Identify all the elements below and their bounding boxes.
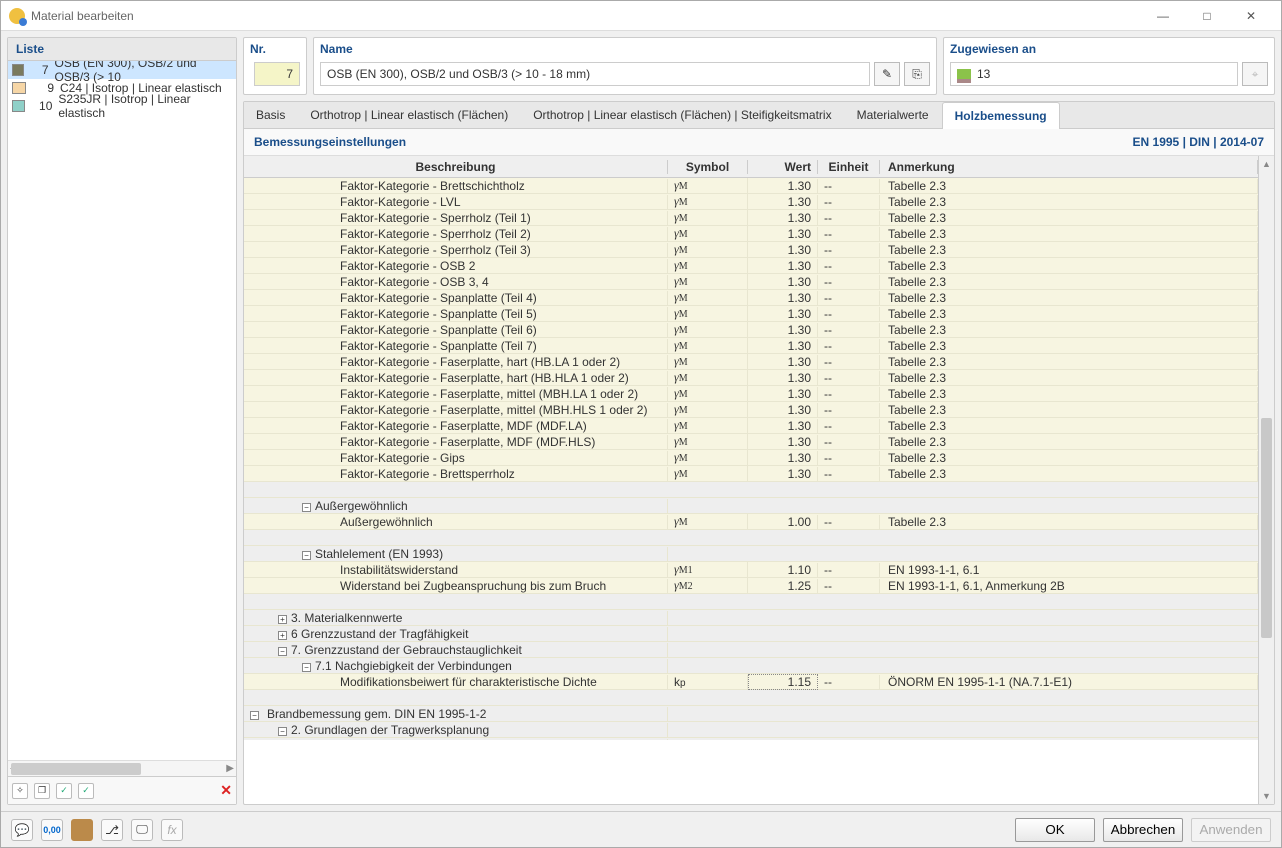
check2-icon[interactable]: ✓ bbox=[78, 783, 94, 799]
assign-box: Zugewiesen an 13 ⌖ bbox=[943, 37, 1275, 95]
library-icon[interactable]: ⎘ bbox=[904, 62, 930, 86]
maximize-button[interactable]: □ bbox=[1185, 2, 1229, 30]
swatch-icon bbox=[12, 64, 24, 76]
ok-button[interactable]: OK bbox=[1015, 818, 1095, 842]
tab-ortho2[interactable]: Orthotrop | Linear elastisch (Flächen) |… bbox=[521, 102, 844, 128]
app-icon bbox=[9, 8, 25, 24]
table-row[interactable] bbox=[244, 690, 1258, 706]
table-row[interactable]: +6 Grenzzustand der Tragfähigkeit bbox=[244, 626, 1258, 642]
props-panel: Basis Orthotrop | Linear elastisch (Fläc… bbox=[243, 101, 1275, 805]
table-row[interactable] bbox=[244, 482, 1258, 498]
table-row[interactable]: Faktor-Kategorie - Sperrholz (Teil 1)γM1… bbox=[244, 210, 1258, 226]
table-row[interactable]: −7.1 Nachgiebigkeit der Verbindungen bbox=[244, 658, 1258, 674]
flag-icon bbox=[957, 69, 971, 79]
table-row[interactable]: AußergewöhnlichγM1.00--Tabelle 2.3 bbox=[244, 514, 1258, 530]
table-row[interactable]: Faktor-Kategorie - Spanplatte (Teil 4)γM… bbox=[244, 290, 1258, 306]
units-icon[interactable]: 0,00 bbox=[41, 819, 63, 841]
nr-box: Nr. 7 bbox=[243, 37, 307, 95]
monitor-icon[interactable]: 🖵 bbox=[131, 819, 153, 841]
sidebar-toolbar: ✧ ❐ ✓ ✓ ✕ bbox=[8, 776, 236, 804]
comment-icon[interactable]: 💬 bbox=[11, 819, 33, 841]
material-list-panel: Liste 7 OSB (EN 300), OSB/2 und OSB/3 (>… bbox=[7, 37, 237, 805]
list-item[interactable]: 7 OSB (EN 300), OSB/2 und OSB/3 (> 10 bbox=[8, 61, 236, 79]
table-row[interactable]: Faktor-Kategorie - BrettschichtholzγM1.3… bbox=[244, 178, 1258, 194]
table-row[interactable]: Faktor-Kategorie - Spanplatte (Teil 6)γM… bbox=[244, 322, 1258, 338]
edit-icon[interactable]: ✎ bbox=[874, 62, 900, 86]
table-row[interactable]: −2.3 und 4.2.2 Faktoren für Brandschutz bbox=[244, 738, 1258, 740]
pick-icon[interactable]: ⌖ bbox=[1242, 62, 1268, 86]
table-row[interactable]: Faktor-Kategorie - GipsγM1.30--Tabelle 2… bbox=[244, 450, 1258, 466]
table-row[interactable]: Faktor-Kategorie - Faserplatte, mittel (… bbox=[244, 386, 1258, 402]
tab-basis[interactable]: Basis bbox=[244, 102, 298, 128]
window-title: Material bearbeiten bbox=[31, 9, 1141, 23]
material-dialog: Material bearbeiten ― □ ✕ Liste 7 OSB (E… bbox=[0, 0, 1282, 848]
property-grid: Beschreibung Symbol Wert Einheit Anmerku… bbox=[244, 156, 1258, 804]
material-list[interactable]: 7 OSB (EN 300), OSB/2 und OSB/3 (> 10 9 … bbox=[8, 61, 236, 760]
tabbar: Basis Orthotrop | Linear elastisch (Fläc… bbox=[244, 102, 1274, 129]
swatch-icon bbox=[12, 82, 26, 94]
table-row[interactable]: Widerstand bei Zugbeanspruchung bis zum … bbox=[244, 578, 1258, 594]
table-row[interactable]: Faktor-Kategorie - Spanplatte (Teil 7)γM… bbox=[244, 338, 1258, 354]
table-row[interactable]: Faktor-Kategorie - LVLγM1.30--Tabelle 2.… bbox=[244, 194, 1258, 210]
cancel-button[interactable]: Abbrechen bbox=[1103, 818, 1183, 842]
close-button[interactable]: ✕ bbox=[1229, 2, 1273, 30]
sidebar-header: Liste bbox=[8, 38, 236, 61]
nr-input[interactable]: 7 bbox=[254, 62, 300, 86]
table-row[interactable]: −7. Grenzzustand der Gebrauchstauglichke… bbox=[244, 642, 1258, 658]
check-icon[interactable]: ✓ bbox=[56, 783, 72, 799]
tab-holz[interactable]: Holzbemessung bbox=[942, 102, 1060, 129]
minimize-button[interactable]: ― bbox=[1141, 2, 1185, 30]
assign-input[interactable]: 13 bbox=[950, 62, 1238, 86]
table-row[interactable]: Faktor-Kategorie - OSB 3, 4γM1.30--Tabel… bbox=[244, 274, 1258, 290]
table-row[interactable]: −Brandbemessung gem. DIN EN 1995-1-2 bbox=[244, 706, 1258, 722]
list-label: S235JR | Isotrop | Linear elastisch bbox=[58, 92, 232, 120]
delete-icon[interactable]: ✕ bbox=[220, 782, 232, 799]
table-row[interactable]: +3. Materialkennwerte bbox=[244, 610, 1258, 626]
bottom-toolbar: 💬 0,00 ⎇ 🖵 fx OK Abbrechen Anwenden bbox=[1, 811, 1281, 847]
table-row[interactable]: Faktor-Kategorie - OSB 2γM1.30--Tabelle … bbox=[244, 258, 1258, 274]
table-row[interactable]: −2. Grundlagen der Tragwerksplanung bbox=[244, 722, 1258, 738]
h-scrollbar[interactable]: ◀▶ bbox=[8, 760, 236, 776]
grid-header: Beschreibung Symbol Wert Einheit Anmerku… bbox=[244, 156, 1258, 178]
table-row[interactable]: Modifikationsbeiwert für charakteristisc… bbox=[244, 674, 1258, 690]
table-row[interactable]: Faktor-Kategorie - Sperrholz (Teil 2)γM1… bbox=[244, 226, 1258, 242]
v-scrollbar[interactable]: ▲▼ bbox=[1258, 156, 1274, 804]
table-row[interactable]: Faktor-Kategorie - BrettsperrholzγM1.30-… bbox=[244, 466, 1258, 482]
table-row[interactable]: Faktor-Kategorie - Sperrholz (Teil 3)γM1… bbox=[244, 242, 1258, 258]
table-row[interactable]: −Stahlelement (EN 1993) bbox=[244, 546, 1258, 562]
table-row[interactable] bbox=[244, 594, 1258, 610]
tab-ortho1[interactable]: Orthotrop | Linear elastisch (Flächen) bbox=[298, 102, 521, 128]
material-color-icon[interactable] bbox=[71, 819, 93, 841]
swatch-icon bbox=[12, 100, 25, 112]
table-row[interactable]: Faktor-Kategorie - Spanplatte (Teil 5)γM… bbox=[244, 306, 1258, 322]
list-item[interactable]: 10 S235JR | Isotrop | Linear elastisch bbox=[8, 97, 236, 115]
table-row[interactable]: Faktor-Kategorie - Faserplatte, mittel (… bbox=[244, 402, 1258, 418]
table-row[interactable]: Faktor-Kategorie - Faserplatte, MDF (MDF… bbox=[244, 418, 1258, 434]
branch-icon[interactable]: ⎇ bbox=[101, 819, 123, 841]
table-row[interactable]: Faktor-Kategorie - Faserplatte, hart (HB… bbox=[244, 370, 1258, 386]
copy-icon[interactable]: ❐ bbox=[34, 783, 50, 799]
subheader: Bemessungseinstellungen EN 1995 | DIN | … bbox=[244, 129, 1274, 156]
tab-matwerte[interactable]: Materialwerte bbox=[845, 102, 942, 128]
apply-button[interactable]: Anwenden bbox=[1191, 818, 1271, 842]
table-row[interactable] bbox=[244, 530, 1258, 546]
new-icon[interactable]: ✧ bbox=[12, 783, 28, 799]
name-input[interactable]: OSB (EN 300), OSB/2 und OSB/3 (> 10 - 18… bbox=[320, 62, 870, 86]
name-box: Name OSB (EN 300), OSB/2 und OSB/3 (> 10… bbox=[313, 37, 937, 95]
table-row[interactable]: −Außergewöhnlich bbox=[244, 498, 1258, 514]
titlebar: Material bearbeiten ― □ ✕ bbox=[1, 1, 1281, 31]
table-row[interactable]: Faktor-Kategorie - Faserplatte, MDF (MDF… bbox=[244, 434, 1258, 450]
table-row[interactable]: InstabilitätswiderstandγM11.10--EN 1993-… bbox=[244, 562, 1258, 578]
function-icon[interactable]: fx bbox=[161, 819, 183, 841]
table-row[interactable]: Faktor-Kategorie - Faserplatte, hart (HB… bbox=[244, 354, 1258, 370]
